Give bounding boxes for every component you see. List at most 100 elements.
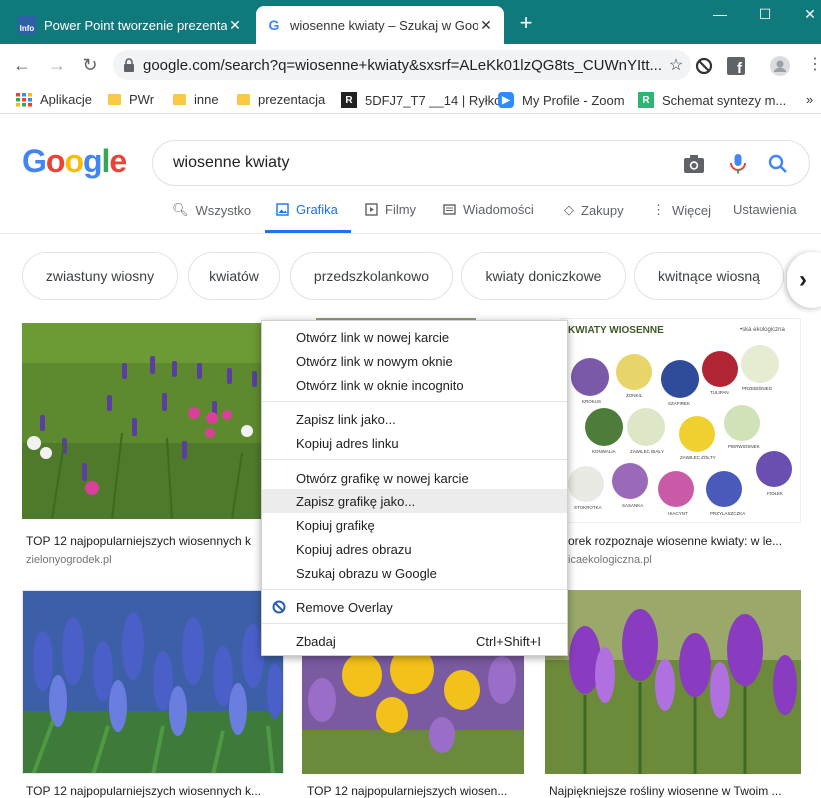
tab-shopping[interactable]: ◇ Zakupy bbox=[564, 202, 624, 218]
browser-window: Info Power Point tworzenie prezentac ✕ G… bbox=[0, 0, 821, 798]
tab-title: wiosenne kwiaty – Szukaj w Goog bbox=[290, 17, 478, 33]
svg-text:•ska ekologiczna: •ska ekologiczna bbox=[740, 327, 785, 333]
bookmark-prezentacja[interactable]: prezentacja bbox=[237, 92, 325, 107]
svg-text:PIERWIOSNEK: PIERWIOSNEK bbox=[728, 444, 760, 449]
svg-text:SASANKA: SASANKA bbox=[622, 503, 643, 508]
svg-text:KWIATY WIOSENNE: KWIATY WIOSENNE bbox=[568, 325, 664, 336]
microphone-icon[interactable] bbox=[727, 153, 749, 175]
menu-open-link-new-window[interactable]: Otwórz link w nowym oknie bbox=[262, 349, 567, 373]
tab-images[interactable]: Grafika bbox=[276, 202, 338, 217]
menu-open-image-new-tab[interactable]: Otwórz grafikę w nowej karcie bbox=[262, 466, 567, 490]
menu-copy-image-address[interactable]: Kopiuj adres obrazu bbox=[262, 537, 567, 561]
menu-separator bbox=[262, 589, 567, 590]
menu-remove-overlay[interactable]: Remove Overlay bbox=[262, 595, 567, 619]
tab-label: Wszystko bbox=[195, 202, 252, 218]
tab-label: Więcej bbox=[672, 202, 712, 218]
news-icon bbox=[443, 204, 456, 215]
bookmark-zoom[interactable]: ▶ My Profile - Zoom bbox=[498, 92, 625, 108]
search-icon[interactable] bbox=[767, 153, 789, 175]
folder-icon bbox=[173, 94, 186, 105]
bookmark-ryko[interactable]: R 5DFJ7_T7 __14 | Ryłko bbox=[341, 92, 501, 108]
tab-label: Filmy bbox=[385, 202, 417, 217]
chip-kwiaty-doniczkowe[interactable]: kwiaty doniczkowe bbox=[461, 252, 626, 300]
search-input[interactable]: wiosenne kwiaty bbox=[173, 154, 809, 172]
result-image[interactable] bbox=[545, 590, 801, 774]
tab-label: Zakupy bbox=[581, 202, 624, 218]
menu-save-image-as[interactable]: Zapisz grafikę jako... bbox=[262, 489, 567, 513]
r-icon: R bbox=[638, 92, 654, 108]
minimize-button[interactable]: — bbox=[700, 6, 740, 22]
chip-kwiatow[interactable]: kwiatów bbox=[188, 252, 280, 300]
google-logo[interactable]: Google bbox=[22, 143, 127, 180]
menu-save-link-as[interactable]: Zapisz link jako... bbox=[262, 407, 567, 431]
close-window-button[interactable]: ✕ bbox=[790, 6, 821, 23]
camera-icon[interactable] bbox=[683, 153, 705, 175]
result-source[interactable]: zielonyogrodek.pl bbox=[26, 554, 112, 566]
svg-text:PRZYLASZCZKA: PRZYLASZCZKA bbox=[710, 511, 745, 516]
result-image-infographic[interactable]: KWIATY WIOSENNE •ska ekologiczna KROKUS Ż… bbox=[561, 318, 801, 523]
close-tab-icon[interactable]: ✕ bbox=[478, 17, 494, 34]
menu-item-label: Remove Overlay bbox=[296, 599, 393, 615]
result-caption[interactable]: orek rozpoznaje wiosenne kwiaty: w le... bbox=[568, 534, 803, 548]
menu-separator bbox=[262, 623, 567, 624]
result-caption[interactable]: Najpiękniejsze rośliny wiosenne w Twoim … bbox=[549, 784, 801, 798]
menu-copy-link-address[interactable]: Kopiuj adres linku bbox=[262, 431, 567, 455]
reload-icon[interactable]: ↻ bbox=[78, 53, 102, 77]
bookmark-apps[interactable]: Aplikacje bbox=[16, 92, 92, 107]
bookmark-label: 5DFJ7_T7 __14 | Ryłko bbox=[365, 92, 502, 108]
facebook-extension-icon[interactable]: f bbox=[726, 56, 746, 76]
more-vert-icon: ⋮ bbox=[652, 202, 665, 217]
menu-open-link-new-tab[interactable]: Otwórz link w nowej karcie bbox=[262, 325, 567, 349]
settings-link[interactable]: Ustawienia bbox=[733, 202, 797, 217]
chip-kwitnace-wiosna[interactable]: kwitnące wiosną bbox=[634, 252, 784, 300]
tab-all[interactable]: 🔍︎ Wszystko bbox=[172, 202, 251, 218]
tag-icon: ◇ bbox=[564, 202, 574, 217]
profile-avatar-icon[interactable] bbox=[770, 56, 790, 76]
menu-copy-image[interactable]: Kopiuj grafikę bbox=[262, 513, 567, 537]
result-image[interactable] bbox=[22, 590, 284, 774]
chip-zwiastuny[interactable]: zwiastuny wiosny bbox=[22, 252, 178, 300]
menu-shortcut: Ctrl+Shift+I bbox=[475, 633, 541, 649]
r-icon: R bbox=[341, 92, 357, 108]
close-tab-icon[interactable]: ✕ bbox=[227, 17, 243, 34]
new-tab-button[interactable]: + bbox=[514, 10, 538, 36]
tab-powerpoint[interactable]: Info Power Point tworzenie prezentac ✕ bbox=[8, 6, 253, 44]
bookmarks-overflow-button[interactable]: » bbox=[806, 92, 813, 107]
tab-more[interactable]: ⋮ Więcej bbox=[652, 202, 711, 218]
chip-przedszkolankowo[interactable]: przedszkolankowo bbox=[290, 252, 453, 300]
tab-news[interactable]: Wiadomości bbox=[443, 202, 534, 217]
tab-google-search[interactable]: G wiosenne kwiaty – Szukaj w Goog ✕ bbox=[256, 6, 504, 44]
menu-search-image-google[interactable]: Szukaj obrazu w Google bbox=[262, 561, 567, 585]
play-icon bbox=[365, 203, 378, 216]
bookmark-schemat[interactable]: R Schemat syntezy m... bbox=[638, 92, 786, 108]
menu-open-link-incognito[interactable]: Otwórz link w oknie incognito bbox=[262, 373, 567, 397]
back-icon[interactable]: ← bbox=[10, 53, 34, 77]
logo-letter: e bbox=[109, 143, 127, 179]
result-caption[interactable]: TOP 12 najpopularniejszych wiosen... bbox=[307, 784, 522, 798]
flower-garden-image bbox=[22, 323, 284, 519]
menu-inspect[interactable]: Zbadaj Ctrl+Shift+I bbox=[262, 629, 567, 653]
context-menu: Otwórz link w nowej karcie Otwórz link w… bbox=[261, 320, 568, 656]
result-caption[interactable]: TOP 12 najpopularniejszych wiosennych k bbox=[26, 534, 266, 548]
result-image[interactable] bbox=[22, 323, 284, 519]
folder-icon bbox=[237, 94, 250, 105]
svg-text:KONWALIA: KONWALIA bbox=[592, 449, 616, 454]
bookmarks-bar: Aplikacje PWr inne prezentacja R 5DFJ7_T… bbox=[0, 86, 821, 114]
svg-text:ZAWILEC ŻÓŁTY: ZAWILEC ŻÓŁTY bbox=[680, 454, 716, 460]
result-caption[interactable]: TOP 12 najpopularniejszych wiosennych k.… bbox=[26, 784, 274, 798]
tab-videos[interactable]: Filmy bbox=[365, 202, 416, 217]
bookmark-star-icon[interactable]: ☆ bbox=[661, 55, 691, 75]
result-source[interactable]: icaekologiczna.pl bbox=[568, 554, 652, 566]
result-image[interactable] bbox=[302, 640, 524, 774]
bookmark-pwr[interactable]: PWr bbox=[108, 92, 154, 107]
maximize-button[interactable]: ☐ bbox=[745, 6, 785, 23]
block-extension-icon[interactable] bbox=[694, 56, 714, 76]
address-bar[interactable]: google.com/search?q=wiosenne+kwiaty&sxsr… bbox=[113, 50, 691, 80]
forward-icon[interactable]: → bbox=[45, 53, 69, 77]
svg-text:HIACYNT: HIACYNT bbox=[668, 511, 688, 516]
search-box[interactable]: wiosenne kwiaty bbox=[152, 140, 810, 186]
svg-text:ZAWILEC BIAŁY: ZAWILEC BIAŁY bbox=[630, 449, 664, 454]
chevron-right-icon[interactable]: › bbox=[787, 252, 821, 308]
bookmark-inne[interactable]: inne bbox=[173, 92, 219, 107]
chrome-menu-icon[interactable]: ⋮ bbox=[803, 53, 821, 77]
